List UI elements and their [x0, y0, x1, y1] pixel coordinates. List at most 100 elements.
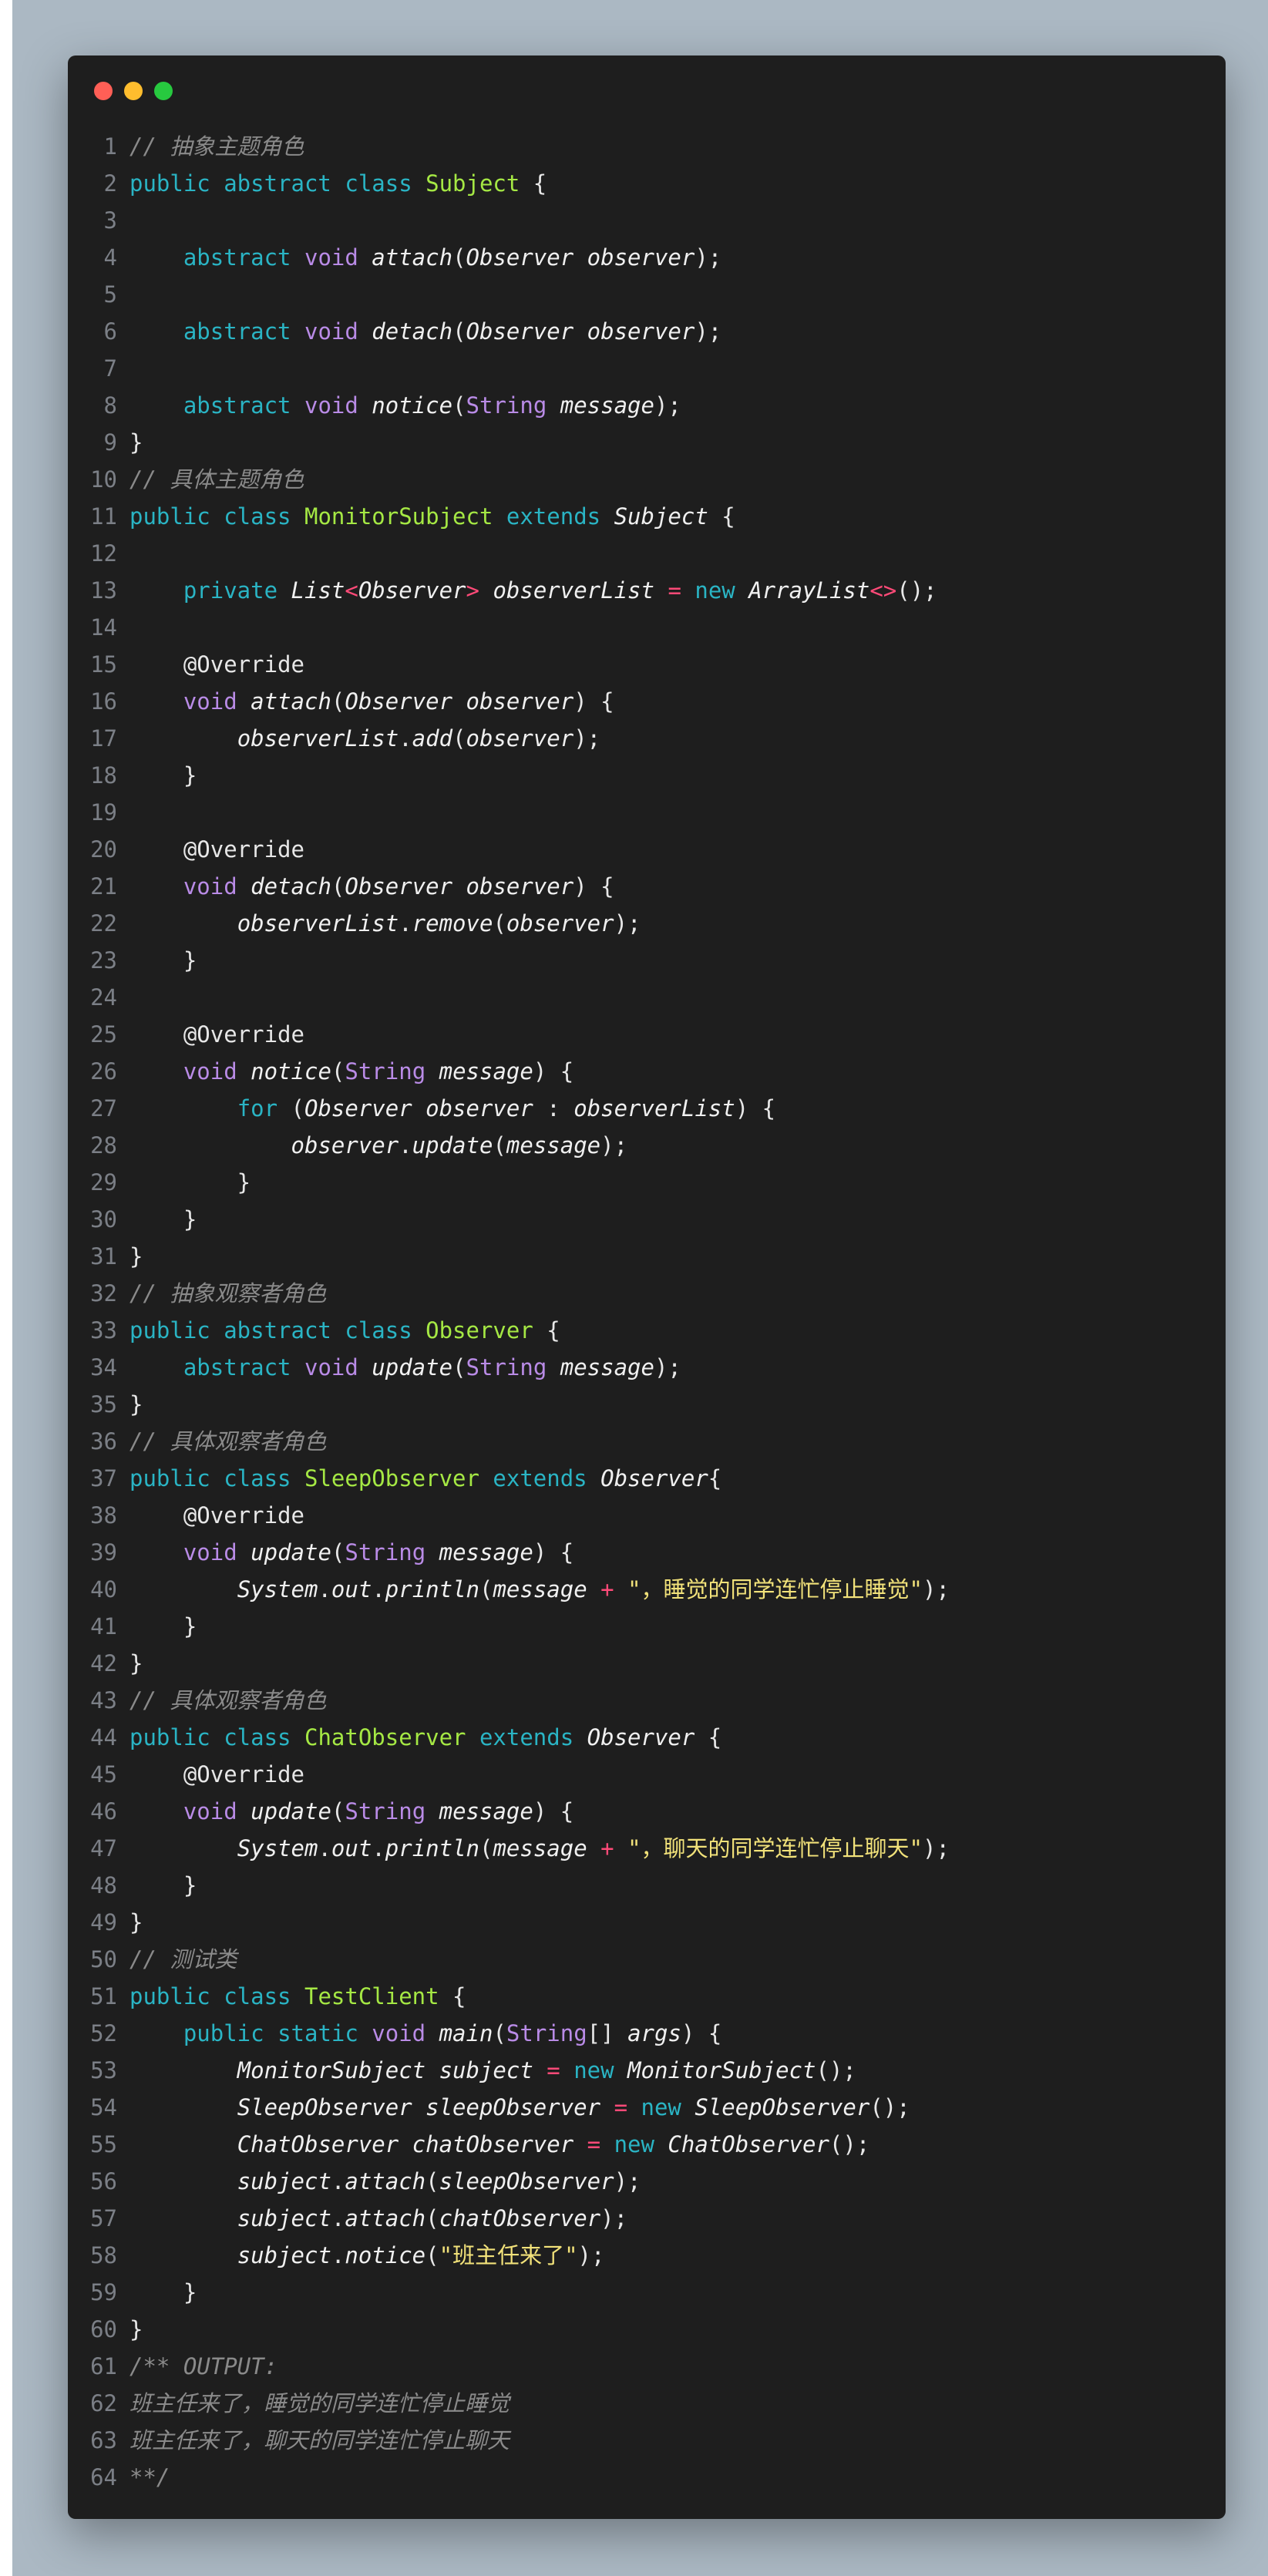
code-token: void	[183, 1058, 251, 1085]
line-number: 14	[90, 614, 117, 641]
code-token: Observer observer	[345, 688, 574, 715]
code-token: ();	[869, 2094, 910, 2120]
code-line: 2 public abstract class Subject {	[68, 165, 1226, 202]
code-token: (	[452, 392, 466, 419]
code-line: 39 void update(String message) {	[68, 1534, 1226, 1571]
code-token: attach	[345, 2205, 426, 2231]
code-token: ChatObserver	[304, 1724, 479, 1750]
code-text: void attach(Observer observer) {	[129, 683, 1226, 720]
code-text: // 测试类	[129, 1941, 1226, 1978]
line-number: 60	[90, 2316, 117, 2342]
code-token: new	[573, 2057, 628, 2083]
line-number: 18	[90, 762, 117, 789]
code-token: observer	[291, 1132, 399, 1159]
code-token: {	[708, 1465, 722, 1491]
code-line: 34 abstract void update(String message);	[68, 1349, 1226, 1386]
code-token: public	[129, 503, 224, 530]
code-token: (	[452, 725, 466, 752]
line-number: 40	[90, 1576, 117, 1602]
code-line: 29 }	[68, 1164, 1226, 1201]
line-number: 23	[90, 947, 117, 974]
code-token: void	[372, 2020, 439, 2046]
code-token: }	[129, 1872, 197, 1898]
code-text: observerList.remove(observer);	[129, 905, 1226, 942]
code-token: public	[129, 1724, 224, 1750]
code-token: =	[547, 2057, 574, 2083]
code-token: 班主任来了，聊天的同学连忙停止聊天	[129, 2427, 510, 2453]
code-token: @Override	[183, 651, 304, 678]
line-number: 11	[90, 503, 117, 530]
code-token: message	[560, 392, 654, 419]
code-token: :	[533, 1095, 574, 1122]
minimize-dot-icon[interactable]	[124, 82, 143, 100]
code-token: ) {	[573, 688, 614, 715]
code-line: 37 public class SleepObserver extends Obs…	[68, 1460, 1226, 1497]
line-number: 12	[90, 540, 117, 567]
code-text: }	[129, 942, 1226, 979]
code-line: 56 subject.attach(sleepObserver);	[68, 2163, 1226, 2200]
code-token: println	[385, 1576, 479, 1602]
code-token: (	[452, 318, 466, 345]
line-number: 25	[90, 1021, 117, 1048]
code-token: ) {	[681, 2020, 722, 2046]
line-number: 27	[90, 1095, 117, 1122]
maximize-dot-icon[interactable]	[154, 82, 173, 100]
line-number: 62	[90, 2390, 117, 2416]
code-line: 33 public abstract class Observer {	[68, 1312, 1226, 1349]
line-number: 36	[90, 1428, 117, 1454]
code-text: // 具体观察者角色	[129, 1423, 1226, 1460]
code-text: }	[129, 1904, 1226, 1941]
code-token: (	[331, 688, 345, 715]
code-token: .	[399, 910, 412, 937]
line-number: 31	[90, 1243, 117, 1270]
line-number: 28	[90, 1132, 117, 1159]
code-token: ChatObserver chatObserver	[237, 2131, 587, 2157]
code-line: 57 subject.attach(chatObserver);	[68, 2200, 1226, 2237]
line-number: 47	[90, 1835, 117, 1861]
code-line: 47 System.out.println(message + "，聊天的同学连…	[68, 1830, 1226, 1867]
line-number: 1	[103, 133, 117, 160]
code-token: MonitorSubject	[627, 2057, 816, 2083]
code-token: public	[183, 2020, 278, 2046]
code-text: public class ChatObserver extends Observ…	[129, 1719, 1226, 1756]
code-token: {	[439, 1983, 466, 2009]
code-text: public abstract class Subject {	[129, 165, 1226, 202]
code-line: 58 subject.notice("班主任来了");	[68, 2237, 1226, 2274]
code-line: 24	[68, 979, 1226, 1016]
code-text: abstract void update(String message);	[129, 1349, 1226, 1386]
code-text: public class SleepObserver extends Obser…	[129, 1460, 1226, 1497]
line-number: 44	[90, 1724, 117, 1750]
line-number: 39	[90, 1539, 117, 1565]
code-token: update	[251, 1539, 331, 1565]
close-dot-icon[interactable]	[94, 82, 113, 100]
line-number: 30	[90, 1206, 117, 1233]
code-line: 35}	[68, 1386, 1226, 1423]
code-token: detach	[372, 318, 453, 345]
line-number: 59	[90, 2279, 117, 2305]
code-token: []	[587, 2020, 628, 2046]
line-number: 57	[90, 2205, 117, 2231]
code-token: void	[183, 1539, 251, 1565]
line-number: 64	[90, 2464, 117, 2490]
code-text: /** OUTPUT:	[129, 2348, 1226, 2385]
code-line: 63 班主任来了，聊天的同学连忙停止聊天	[68, 2422, 1226, 2459]
code-token: notice	[345, 2242, 426, 2268]
code-token: Observer observer	[466, 244, 695, 271]
code-line: 51 public class TestClient {	[68, 1978, 1226, 2015]
code-text: }	[129, 757, 1226, 794]
code-token: }	[129, 1243, 143, 1270]
code-token: ) {	[533, 1058, 574, 1085]
code-token: observerList	[237, 725, 399, 752]
line-number: 50	[90, 1946, 117, 1972]
code-token: // 具体观察者角色	[129, 1687, 327, 1713]
